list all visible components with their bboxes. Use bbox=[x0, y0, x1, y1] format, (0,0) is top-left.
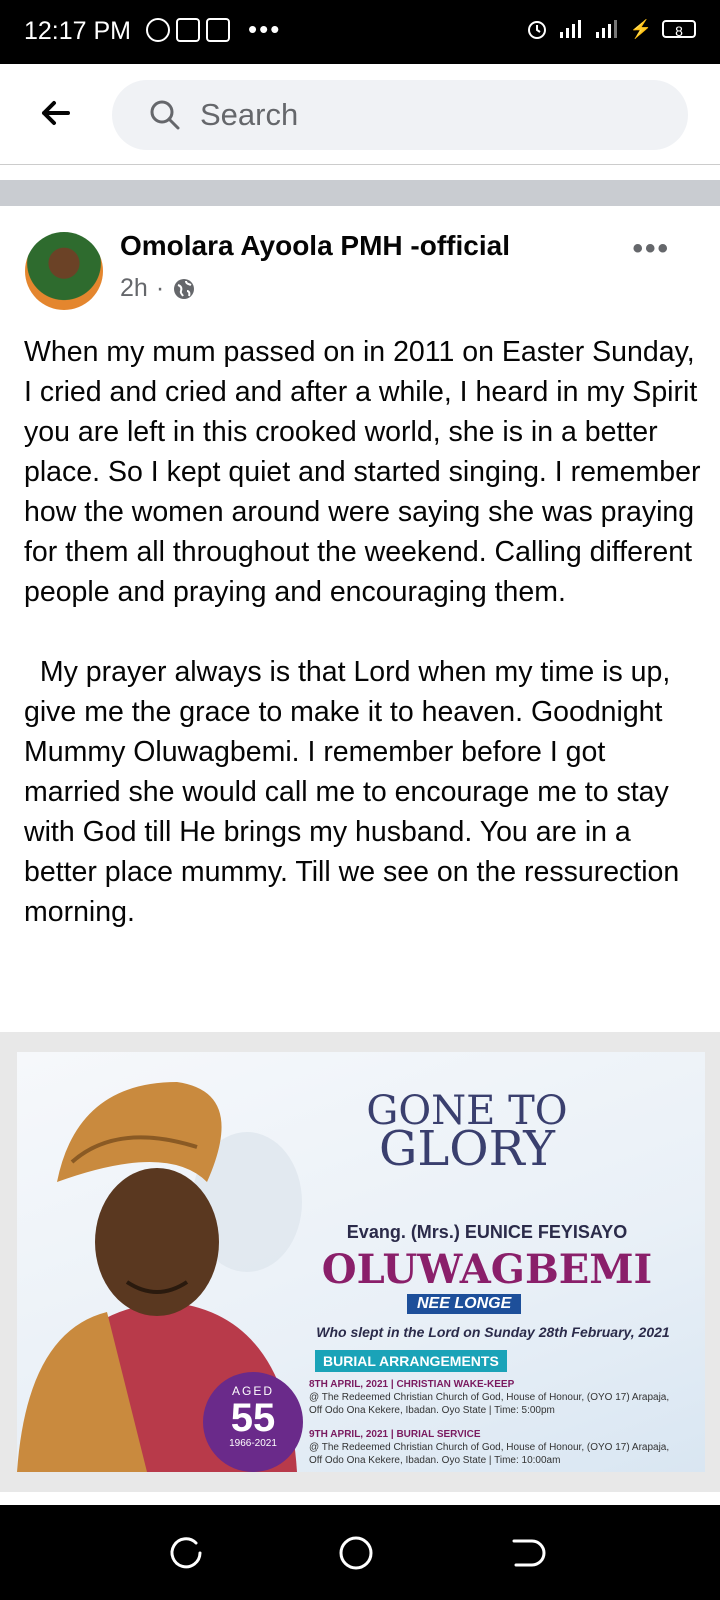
status-bar: 12:17 PM ••• ⚡ 8 bbox=[0, 0, 720, 64]
system-status-icons: ⚡ 8 bbox=[526, 18, 696, 40]
post-time[interactable]: 2h bbox=[120, 274, 148, 303]
post-photo-frame: GONE TO GLORY Evang. (Mrs.) EUNICE FEYISA… bbox=[0, 1032, 720, 1492]
poster-slept-line: Who slept in the Lord on Sunday 28th Feb… bbox=[316, 1324, 670, 1340]
post-card: Omolara Ayoola PMH -official 2h · ••• Wh… bbox=[0, 206, 720, 1506]
meta-separator: · bbox=[155, 274, 165, 302]
back-arrow-icon[interactable] bbox=[38, 96, 72, 130]
globe-icon bbox=[174, 278, 195, 299]
post-meta: 2h · bbox=[120, 274, 196, 303]
search-bar[interactable]: Search bbox=[112, 80, 688, 150]
signal-2-icon bbox=[595, 20, 617, 38]
charging-icon: ⚡ bbox=[629, 18, 652, 39]
poster-age-badge: AGED 55 1966-2021 bbox=[203, 1372, 303, 1472]
search-placeholder: Search bbox=[200, 97, 299, 132]
post-paragraph-1: When my mum passed on in 2011 on Easter … bbox=[24, 336, 714, 608]
more-notifications-icon: ••• bbox=[248, 14, 282, 44]
feed-divider bbox=[0, 180, 720, 206]
poster-event-1-details: @ The Redeemed Christian Church of God, … bbox=[309, 1392, 670, 1416]
back-nav-icon[interactable] bbox=[506, 1533, 546, 1573]
memorial-poster-image[interactable]: GONE TO GLORY Evang. (Mrs.) EUNICE FEYISA… bbox=[17, 1052, 705, 1472]
app-notification-icon bbox=[206, 18, 230, 42]
poster-age: 55 bbox=[230, 1396, 276, 1440]
poster-years: 1966-2021 bbox=[229, 1438, 277, 1449]
poster-burial-title: BURIAL ARRANGEMENTS bbox=[315, 1350, 507, 1372]
news-notification-icon bbox=[176, 18, 200, 42]
home-icon[interactable] bbox=[336, 1533, 376, 1573]
post-author[interactable]: Omolara Ayoola PMH -official bbox=[120, 230, 510, 262]
poster-glory: GLORY bbox=[379, 1121, 555, 1177]
poster-event-1-title: 8TH APRIL, 2021 | CHRISTIAN WAKE-KEEP bbox=[309, 1379, 515, 1390]
tiktok-notification-icon bbox=[146, 18, 170, 42]
signal-icon bbox=[559, 20, 581, 38]
poster-nee-badge: NEE LONGE bbox=[407, 1294, 522, 1314]
status-time: 12:17 PM bbox=[24, 17, 132, 45]
poster-event-1: 8TH APRIL, 2021 | CHRISTIAN WAKE-KEEP @ T… bbox=[309, 1378, 679, 1417]
poster-event-2-details: @ The Redeemed Christian Church of God, … bbox=[309, 1442, 670, 1466]
battery-icon: 8 bbox=[662, 20, 696, 39]
poster-event-2: 9TH APRIL, 2021 | BURIAL SERVICE @ The Re… bbox=[309, 1428, 679, 1467]
search-icon bbox=[150, 100, 180, 130]
avatar[interactable] bbox=[25, 232, 103, 310]
poster-surname: OLUWAGBEMI bbox=[321, 1246, 653, 1293]
post-paragraph-2: My prayer always is that Lord when my ti… bbox=[24, 656, 688, 928]
poster-event-2-title: 9TH APRIL, 2021 | BURIAL SERVICE bbox=[309, 1429, 481, 1440]
poster-heading: GONE TO GLORY bbox=[357, 1091, 577, 1177]
alarm-icon bbox=[527, 21, 546, 39]
top-bar: Search bbox=[0, 64, 720, 165]
notification-icons bbox=[146, 18, 230, 42]
post-body: When my mum passed on in 2011 on Easter … bbox=[24, 332, 704, 932]
system-navigation-bar bbox=[0, 1505, 720, 1600]
poster-name-line: Evang. (Mrs.) EUNICE FEYISAYO bbox=[346, 1222, 628, 1242]
post-options-button[interactable]: ••• bbox=[632, 232, 670, 266]
recents-icon[interactable] bbox=[166, 1533, 206, 1573]
